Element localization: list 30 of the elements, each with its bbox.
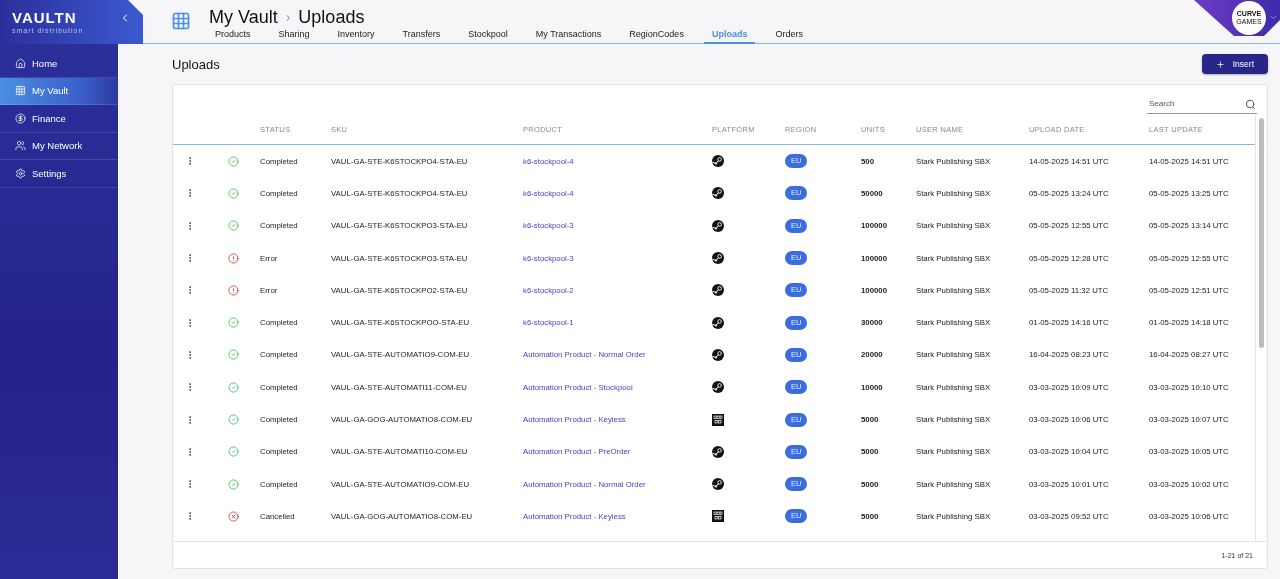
grid-icon — [15, 85, 26, 97]
insert-button[interactable]: Insert — [1201, 54, 1268, 74]
tab[interactable]: Stockpool — [460, 29, 516, 44]
tab[interactable]: Orders — [767, 29, 811, 44]
home-icon — [15, 57, 26, 69]
sidebar-item[interactable]: Finance — [0, 105, 118, 133]
people-icon — [15, 140, 26, 152]
caret-icon[interactable] — [1269, 13, 1278, 22]
sidebar-item[interactable]: Settings — [0, 160, 118, 188]
tab[interactable]: Transfers — [394, 29, 449, 44]
grid-icon — [171, 11, 191, 31]
breadcrumb-separator: › — [285, 9, 291, 25]
sidebar-item[interactable]: Home — [0, 50, 118, 78]
breadcrumb-item: Uploads — [298, 6, 365, 28]
search-icon[interactable] — [1245, 98, 1256, 110]
coin-icon — [15, 112, 26, 124]
tab[interactable]: My Transactions — [527, 29, 610, 44]
logo-name: VAULTN — [12, 10, 78, 26]
scrollbar-thumb[interactable] — [1259, 118, 1264, 348]
tab[interactable]: Products — [209, 29, 259, 44]
sidebar-item[interactable]: My Network — [0, 132, 118, 160]
tab[interactable]: RegionCodes — [621, 29, 692, 44]
plus-icon — [1215, 59, 1225, 69]
page-title: Uploads — [172, 56, 220, 72]
sidebar-item[interactable]: My Vault — [0, 77, 118, 105]
tab[interactable]: Sharing — [270, 29, 318, 44]
search-field[interactable]: Search — [1147, 94, 1257, 114]
tab[interactable]: Inventory — [329, 29, 383, 44]
settings-icon — [15, 167, 26, 179]
breadcrumb-item[interactable]: My Vault — [209, 6, 278, 28]
